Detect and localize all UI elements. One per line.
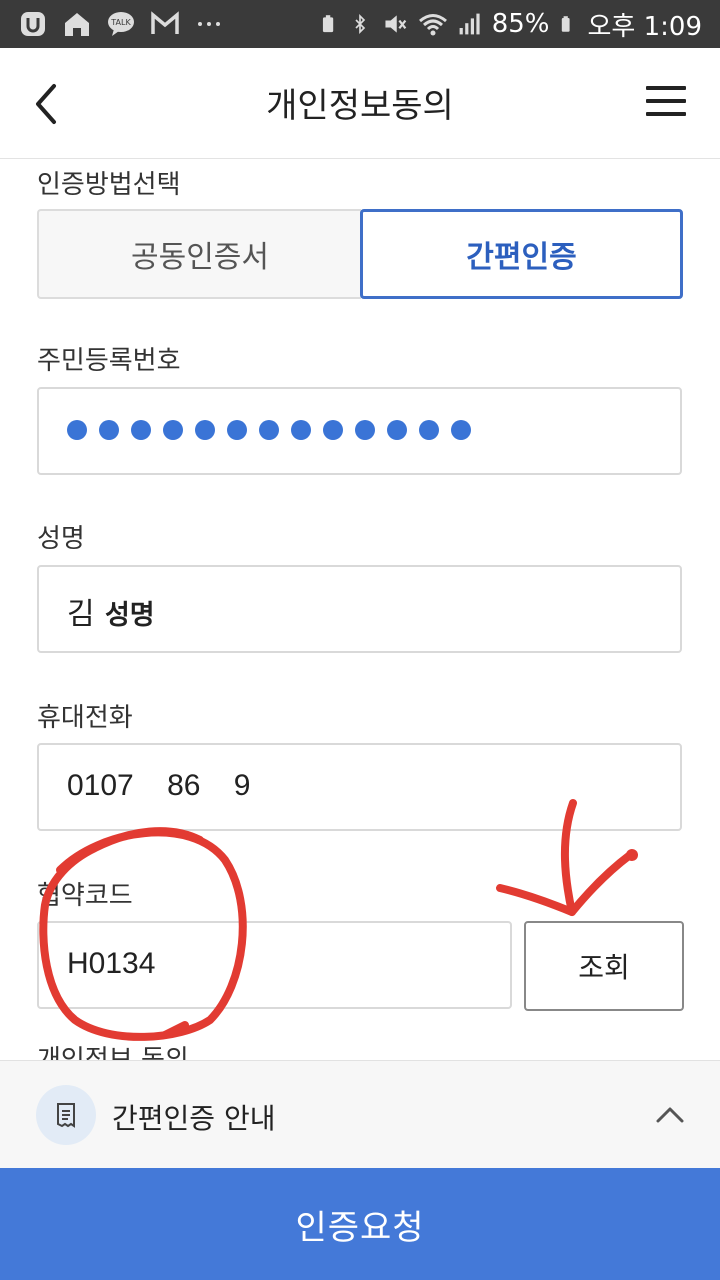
- masked-digits: [67, 420, 471, 440]
- mask-dot: [323, 420, 343, 440]
- guide-text: 간편인증 안내: [112, 1102, 276, 1135]
- chevron-up-icon[interactable]: [654, 1099, 686, 1131]
- mask-dot: [419, 420, 439, 440]
- mask-dot: [355, 420, 375, 440]
- clock: 오후 1:09: [587, 11, 703, 42]
- mask-dot: [291, 420, 311, 440]
- mask-dot: [163, 420, 183, 440]
- more-dots-icon: [198, 22, 220, 26]
- name-surname: 김: [67, 598, 95, 631]
- auth-method-label: 인증방법선택: [37, 170, 181, 200]
- signal-icon: [459, 13, 480, 35]
- gmail-icon: [151, 11, 179, 34]
- wifi-icon: [418, 14, 447, 36]
- home-icon: [65, 13, 89, 36]
- battery-icon: [561, 16, 570, 32]
- request-auth-button[interactable]: 인증요청: [0, 1168, 720, 1280]
- annotation-arrow-head: [496, 851, 634, 916]
- mask-dot: [99, 420, 119, 440]
- u-app-icon: [21, 12, 45, 36]
- status-left-icons: TALK: [18, 8, 224, 40]
- resident-number-label: 주민등록번호: [37, 346, 181, 376]
- agreement-code-label: 협약코드: [37, 881, 133, 911]
- lookup-button[interactable]: 조회: [524, 921, 684, 1011]
- phone-field[interactable]: 0107 86 9: [37, 743, 682, 831]
- mask-dot: [195, 420, 215, 440]
- app-header: 개인정보동의: [0, 48, 720, 159]
- resident-number-field[interactable]: [37, 387, 682, 475]
- name-label: 성명: [37, 524, 85, 554]
- annotation-circle-tail: [161, 1021, 189, 1039]
- svg-text:TALK: TALK: [110, 18, 131, 27]
- name-value: 김 성명: [67, 589, 155, 633]
- option-joint-certificate[interactable]: 공동인증서: [37, 209, 361, 299]
- kakaotalk-icon: TALK: [108, 12, 134, 36]
- name-given: 성명: [104, 600, 155, 630]
- annotation-dot: [626, 849, 638, 861]
- phone-value: 0107 86 9: [67, 769, 251, 802]
- agreement-code-value: H0134: [67, 947, 156, 980]
- simple-auth-guide-bar[interactable]: 간편인증 안내: [0, 1060, 720, 1169]
- receipt-icon: [36, 1085, 96, 1145]
- battery-percent: 85%: [491, 9, 550, 39]
- mask-dot: [259, 420, 279, 440]
- status-bar: TALK 85% 오후 1:09: [0, 0, 720, 48]
- agreement-code-field[interactable]: H0134: [37, 921, 512, 1009]
- phone-label: 휴대전화: [37, 703, 133, 733]
- mask-dot: [67, 420, 87, 440]
- mask-dot: [227, 420, 247, 440]
- option-simple-auth[interactable]: 간편인증: [360, 209, 683, 299]
- battery-saver-icon: [322, 15, 333, 33]
- name-field[interactable]: 김 성명: [37, 565, 682, 653]
- page-title: 개인정보동의: [266, 86, 454, 126]
- status-right-icons: 85% 오후 1:09: [320, 8, 703, 42]
- mask-dot: [131, 420, 151, 440]
- bluetooth-icon: [355, 13, 365, 35]
- mask-dot: [451, 420, 471, 440]
- hamburger-menu-icon[interactable]: [646, 86, 686, 120]
- mask-dot: [387, 420, 407, 440]
- partial-label: 개인정보 동의: [37, 1045, 189, 1060]
- mute-icon: [385, 15, 406, 33]
